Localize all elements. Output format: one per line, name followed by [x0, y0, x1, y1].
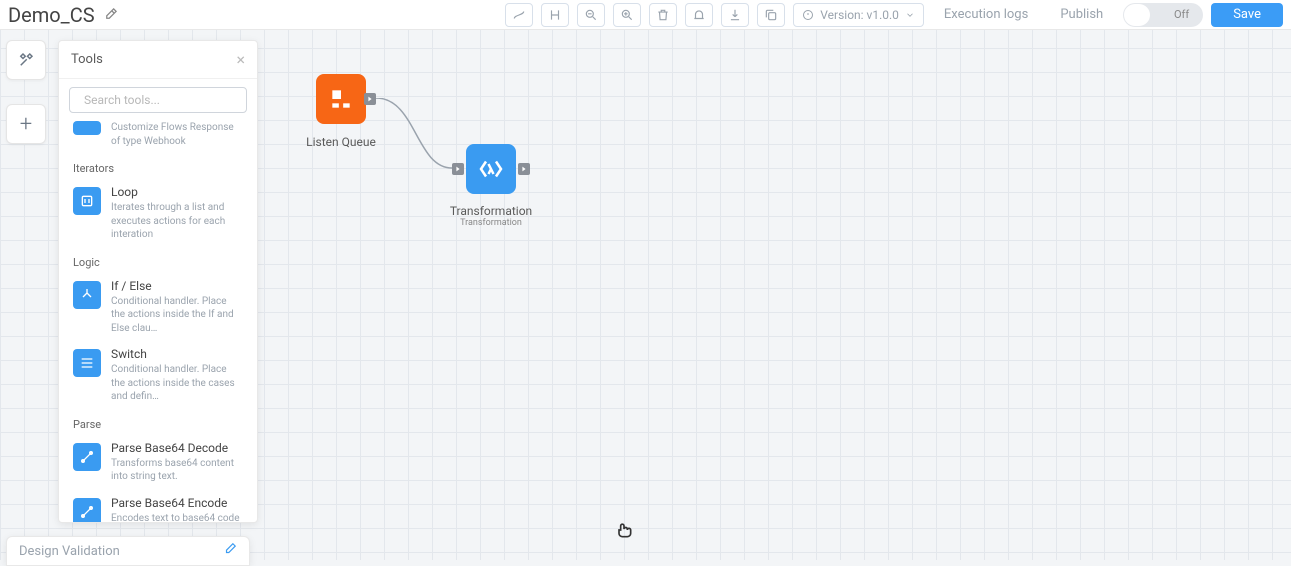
tool-desc: Transforms base64 content into string te… [111, 457, 243, 484]
list-item[interactable]: Parse Base64 Decode Transforms base64 co… [65, 435, 251, 490]
tool-title: Parse Base64 Encode [111, 496, 240, 510]
list-item[interactable]: Customize Flows Response of type Webhook [65, 121, 251, 154]
chevron-down-icon [905, 10, 915, 20]
queue-icon [328, 86, 354, 112]
version-select[interactable]: Version: v1.0.0 [793, 3, 924, 27]
list-item[interactable]: Switch Conditional handler. Place the ac… [65, 341, 251, 410]
input-port[interactable] [452, 163, 464, 175]
list-item[interactable]: If / Else Conditional handler. Place the… [65, 273, 251, 342]
edit-icon[interactable] [223, 542, 237, 560]
tool-icon [73, 121, 101, 135]
trash-icon[interactable] [649, 3, 677, 27]
bell-icon[interactable] [685, 3, 713, 27]
tools-panel: Tools × Customize Flows Response of type… [58, 40, 258, 523]
tool-title: Switch [111, 347, 243, 361]
copy-icon[interactable] [757, 3, 785, 27]
tools-icon[interactable] [6, 40, 46, 80]
tool-desc: Customize Flows Response of type Webhook [111, 121, 243, 148]
design-validation-label: Design Validation [19, 544, 120, 559]
close-icon[interactable]: × [236, 50, 245, 69]
add-button[interactable]: + [6, 104, 46, 144]
tool-desc: Encodes text to base64 code [111, 512, 240, 523]
node-label: Transformation [436, 204, 546, 218]
tool-desc: Iterates through a list and executes act… [111, 201, 243, 242]
node-label: Listen Queue [300, 135, 382, 149]
zoom-out-icon[interactable] [577, 3, 605, 27]
tool-title: Parse Base64 Decode [111, 441, 243, 455]
connector-icon[interactable] [505, 3, 533, 27]
output-port[interactable] [518, 163, 530, 175]
output-port[interactable] [364, 93, 376, 105]
tool-title: Loop [111, 185, 243, 199]
search-box[interactable] [69, 87, 247, 113]
category-label: Iterators [65, 154, 251, 179]
execution-logs-button[interactable]: Execution logs [932, 3, 1040, 27]
on-off-toggle[interactable]: Off [1123, 3, 1203, 27]
save-button[interactable]: Save [1211, 3, 1283, 27]
list-item[interactable]: Loop Iterates through a list and execute… [65, 179, 251, 248]
parse-icon [73, 498, 101, 523]
left-sidebar: + [6, 40, 46, 144]
toggle-knob [1124, 4, 1150, 26]
transformation-node[interactable] [466, 144, 516, 194]
listen-queue-node[interactable] [316, 74, 366, 124]
loop-icon [73, 187, 101, 215]
search-input[interactable] [84, 93, 240, 107]
toggle-label: Off [1174, 8, 1189, 21]
tools-list[interactable]: Customize Flows Response of type Webhook… [59, 121, 257, 522]
toolbar: Version: v1.0.0 Execution logs Publish O… [505, 3, 1283, 27]
zoom-in-icon[interactable] [613, 3, 641, 27]
panel-header: Tools × [59, 41, 257, 79]
tool-title: If / Else [111, 279, 243, 293]
node-label-group: Transformation Transformation [436, 204, 546, 228]
align-icon[interactable] [541, 3, 569, 27]
hand-cursor-icon [614, 520, 634, 540]
list-item[interactable]: Parse Base64 Encode Encodes text to base… [65, 490, 251, 523]
version-label: Version: v1.0.0 [820, 8, 899, 22]
switch-icon [73, 349, 101, 377]
lambda-icon [476, 154, 506, 184]
tool-desc: Conditional handler. Place the actions i… [111, 363, 243, 404]
category-label: Parse [65, 410, 251, 435]
flow-title: Demo_CS [8, 3, 95, 27]
panel-title: Tools [71, 52, 103, 67]
edit-title-icon[interactable] [103, 7, 119, 23]
header-bar: Demo_CS Version: v1.0.0 Execution logs P… [0, 0, 1291, 30]
tool-desc: Conditional handler. Place the actions i… [111, 295, 243, 336]
node-sublabel: Transformation [436, 218, 546, 228]
category-label: Logic [65, 248, 251, 273]
if-else-icon [73, 281, 101, 309]
publish-button[interactable]: Publish [1048, 3, 1115, 27]
flow-title-group: Demo_CS [8, 3, 119, 27]
parse-icon [73, 443, 101, 471]
edge-connector [376, 98, 466, 170]
download-icon[interactable] [721, 3, 749, 27]
design-validation-bar[interactable]: Design Validation [6, 536, 250, 566]
